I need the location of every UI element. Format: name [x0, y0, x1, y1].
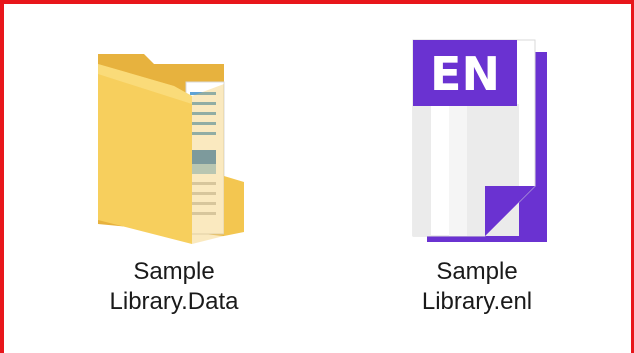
folder-icon [74, 4, 274, 249]
file-item-sample-library-data[interactable]: Sample Library.Data [74, 4, 274, 315]
file-name-line-2: Library.enl [421, 288, 533, 315]
file-name-label: Sample Library.Data [74, 257, 274, 317]
file-name-line-1: Sample [436, 258, 518, 285]
file-name-line-2: Library.Data [109, 288, 239, 315]
endnote-badge-text: EN [430, 47, 500, 101]
endnote-library-icon: EN [377, 4, 577, 249]
file-item-sample-library-enl[interactable]: EN Sample Library.enl [377, 4, 577, 315]
file-name-line-1: Sample [133, 258, 215, 285]
desktop-view: Sample Library.Data EN Sample Library.en… [0, 0, 634, 353]
file-name-label: Sample Library.enl [377, 257, 577, 317]
